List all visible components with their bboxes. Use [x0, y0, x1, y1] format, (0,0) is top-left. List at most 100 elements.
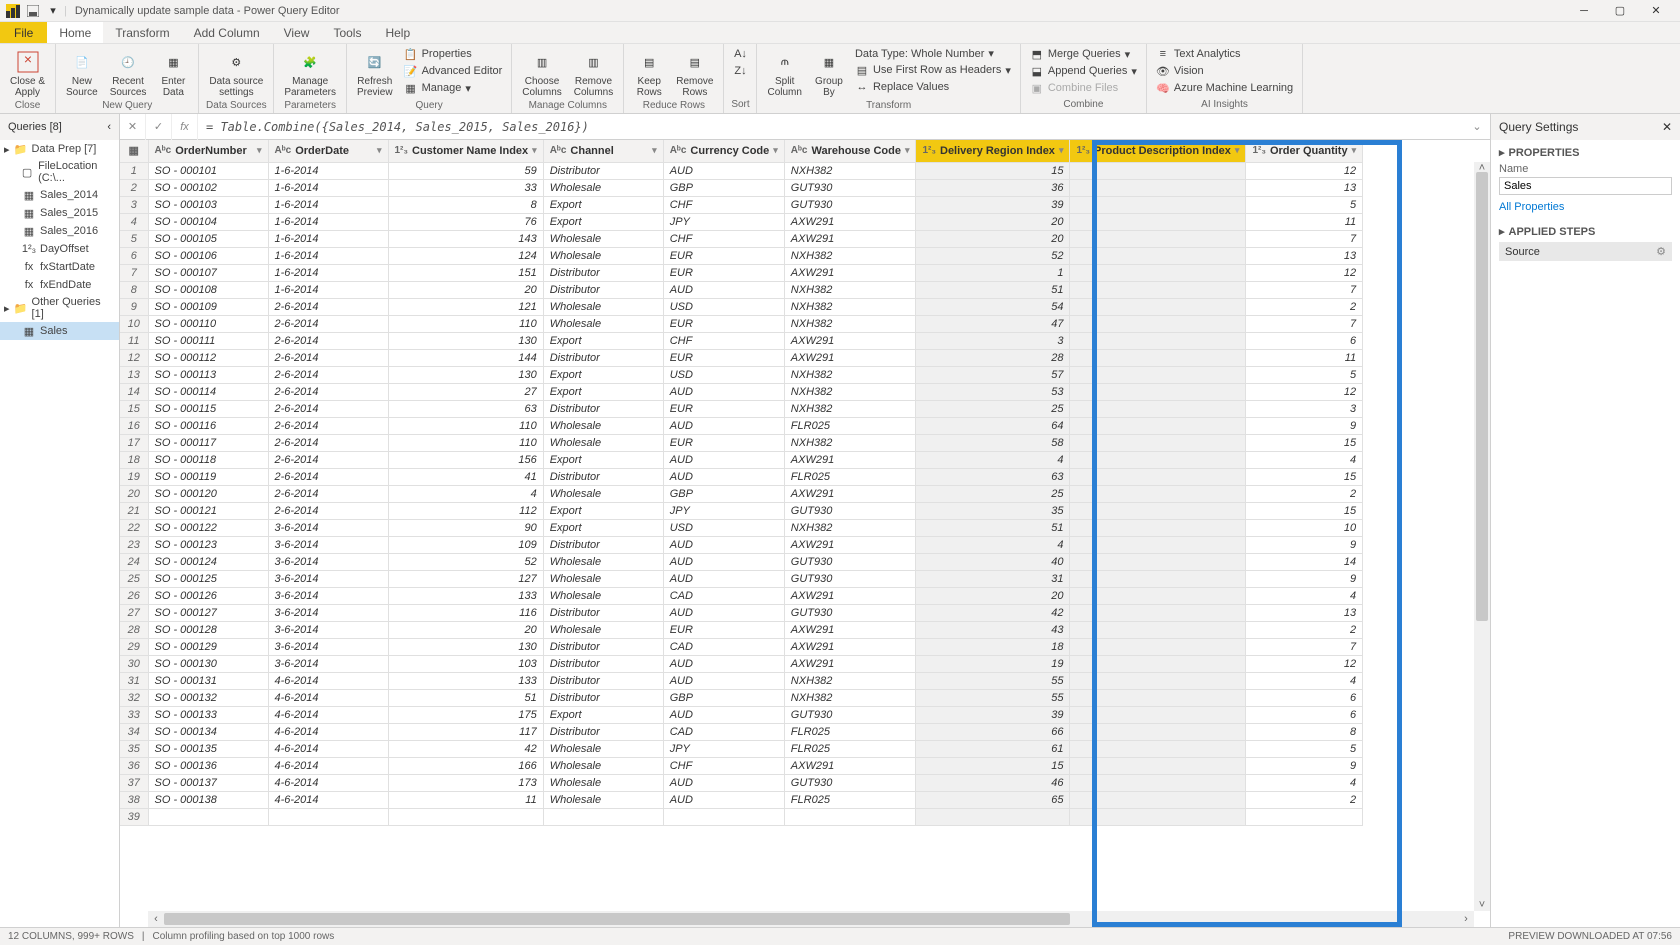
cell[interactable]: NXH382: [784, 298, 916, 315]
choose-columns-button[interactable]: ▥Choose Columns: [518, 46, 565, 100]
refresh-preview-button[interactable]: 🔄Refresh Preview: [353, 46, 397, 100]
table-row[interactable]: 26SO - 0001263-6-2014133WholesaleCADAXW2…: [120, 587, 1363, 604]
cell[interactable]: NXH382: [784, 400, 916, 417]
step-source[interactable]: Source⚙: [1499, 242, 1672, 261]
column-header[interactable]: 1²₃Customer Name Index▾: [388, 140, 543, 162]
cell[interactable]: 7: [1246, 315, 1363, 332]
cell[interactable]: USD: [663, 298, 784, 315]
column-filter-icon[interactable]: ▾: [1059, 145, 1064, 156]
close-apply-button[interactable]: × Close & Apply: [6, 46, 49, 100]
cell[interactable]: 3-6-2014: [268, 621, 388, 638]
cell[interactable]: Distributor: [543, 349, 663, 366]
table-row[interactable]: 34SO - 0001344-6-2014117DistributorCADFL…: [120, 723, 1363, 740]
row-number[interactable]: 2: [120, 179, 148, 196]
cell[interactable]: 133: [388, 587, 543, 604]
cell[interactable]: 63: [916, 468, 1070, 485]
cell[interactable]: [1070, 502, 1246, 519]
cell[interactable]: SO - 000122: [148, 519, 268, 536]
cell[interactable]: SO - 000138: [148, 791, 268, 808]
cell[interactable]: EUR: [663, 315, 784, 332]
cell[interactable]: 3: [916, 332, 1070, 349]
maximize-button[interactable]: ▢: [1608, 1, 1632, 21]
cell[interactable]: Export: [543, 502, 663, 519]
cell[interactable]: SO - 000103: [148, 196, 268, 213]
cell[interactable]: CHF: [663, 230, 784, 247]
cell[interactable]: 173: [388, 774, 543, 791]
qat-dropdown-icon[interactable]: ▾: [44, 2, 62, 20]
cell[interactable]: 35: [916, 502, 1070, 519]
table-row[interactable]: 16SO - 0001162-6-2014110WholesaleAUDFLR0…: [120, 417, 1363, 434]
cell[interactable]: AXW291: [784, 213, 916, 230]
manage-button[interactable]: ▦Manage ▾: [401, 80, 506, 96]
cell[interactable]: 103: [388, 655, 543, 672]
cell[interactable]: NXH382: [784, 366, 916, 383]
row-number[interactable]: 5: [120, 230, 148, 247]
tab-transform[interactable]: Transform: [103, 22, 181, 43]
cell[interactable]: 166: [388, 757, 543, 774]
cell[interactable]: 124: [388, 247, 543, 264]
cell[interactable]: SO - 000136: [148, 757, 268, 774]
column-header[interactable]: AᵇcOrderDate▾: [268, 140, 388, 162]
cell[interactable]: GUT930: [784, 553, 916, 570]
cell[interactable]: AXW291: [784, 638, 916, 655]
cell[interactable]: [1070, 536, 1246, 553]
cell[interactable]: 7: [1246, 281, 1363, 298]
cell[interactable]: 2-6-2014: [268, 332, 388, 349]
cell[interactable]: 116: [388, 604, 543, 621]
cell[interactable]: Wholesale: [543, 740, 663, 757]
cell[interactable]: [1070, 774, 1246, 791]
cell[interactable]: CAD: [663, 638, 784, 655]
cell[interactable]: Distributor: [543, 281, 663, 298]
row-number[interactable]: 15: [120, 400, 148, 417]
cell[interactable]: Distributor: [543, 672, 663, 689]
table-row[interactable]: 6SO - 0001061-6-2014124WholesaleEURNXH38…: [120, 247, 1363, 264]
cell[interactable]: 1-6-2014: [268, 213, 388, 230]
cell[interactable]: [1070, 553, 1246, 570]
cell[interactable]: EUR: [663, 434, 784, 451]
cell[interactable]: SO - 000105: [148, 230, 268, 247]
row-number[interactable]: 8: [120, 281, 148, 298]
row-number[interactable]: 16: [120, 417, 148, 434]
cell[interactable]: 57: [916, 366, 1070, 383]
cell[interactable]: GUT930: [784, 604, 916, 621]
cell[interactable]: 31: [916, 570, 1070, 587]
cell[interactable]: 4: [916, 536, 1070, 553]
cell[interactable]: 143: [388, 230, 543, 247]
cell[interactable]: 20: [916, 213, 1070, 230]
cell[interactable]: EUR: [663, 400, 784, 417]
cell[interactable]: 20: [916, 587, 1070, 604]
cell[interactable]: AXW291: [784, 485, 916, 502]
cell[interactable]: 2-6-2014: [268, 366, 388, 383]
cell[interactable]: Distributor: [543, 689, 663, 706]
table-row[interactable]: 27SO - 0001273-6-2014116DistributorAUDGU…: [120, 604, 1363, 621]
cell[interactable]: [784, 808, 916, 825]
cell[interactable]: Export: [543, 519, 663, 536]
cell[interactable]: 112: [388, 502, 543, 519]
cell[interactable]: 2-6-2014: [268, 468, 388, 485]
all-properties-link[interactable]: All Properties: [1499, 201, 1672, 213]
cell[interactable]: 14: [1246, 553, 1363, 570]
cell[interactable]: 1-6-2014: [268, 281, 388, 298]
cell[interactable]: 2-6-2014: [268, 400, 388, 417]
table-row[interactable]: 9SO - 0001092-6-2014121WholesaleUSDNXH38…: [120, 298, 1363, 315]
cell[interactable]: 4: [1246, 672, 1363, 689]
table-row[interactable]: 8SO - 0001081-6-201420DistributorAUDNXH3…: [120, 281, 1363, 298]
row-number[interactable]: 17: [120, 434, 148, 451]
row-number[interactable]: 31: [120, 672, 148, 689]
cell[interactable]: 55: [916, 689, 1070, 706]
cell[interactable]: Wholesale: [543, 179, 663, 196]
cell[interactable]: 4-6-2014: [268, 740, 388, 757]
row-number[interactable]: 37: [120, 774, 148, 791]
cell[interactable]: 55: [916, 672, 1070, 689]
table-row[interactable]: 28SO - 0001283-6-201420WholesaleEURAXW29…: [120, 621, 1363, 638]
cell[interactable]: 42: [388, 740, 543, 757]
row-number[interactable]: 30: [120, 655, 148, 672]
cell[interactable]: 12: [1246, 655, 1363, 672]
replace-values-button[interactable]: ↔Replace Values: [852, 79, 1014, 95]
data-grid[interactable]: ▦AᵇcOrderNumber▾AᵇcOrderDate▾1²₃Customer…: [120, 140, 1490, 927]
query-fxstartdate[interactable]: fxfxStartDate: [0, 258, 119, 276]
cell[interactable]: USD: [663, 366, 784, 383]
row-number[interactable]: 22: [120, 519, 148, 536]
cell[interactable]: 15: [1246, 502, 1363, 519]
cell[interactable]: SO - 000128: [148, 621, 268, 638]
